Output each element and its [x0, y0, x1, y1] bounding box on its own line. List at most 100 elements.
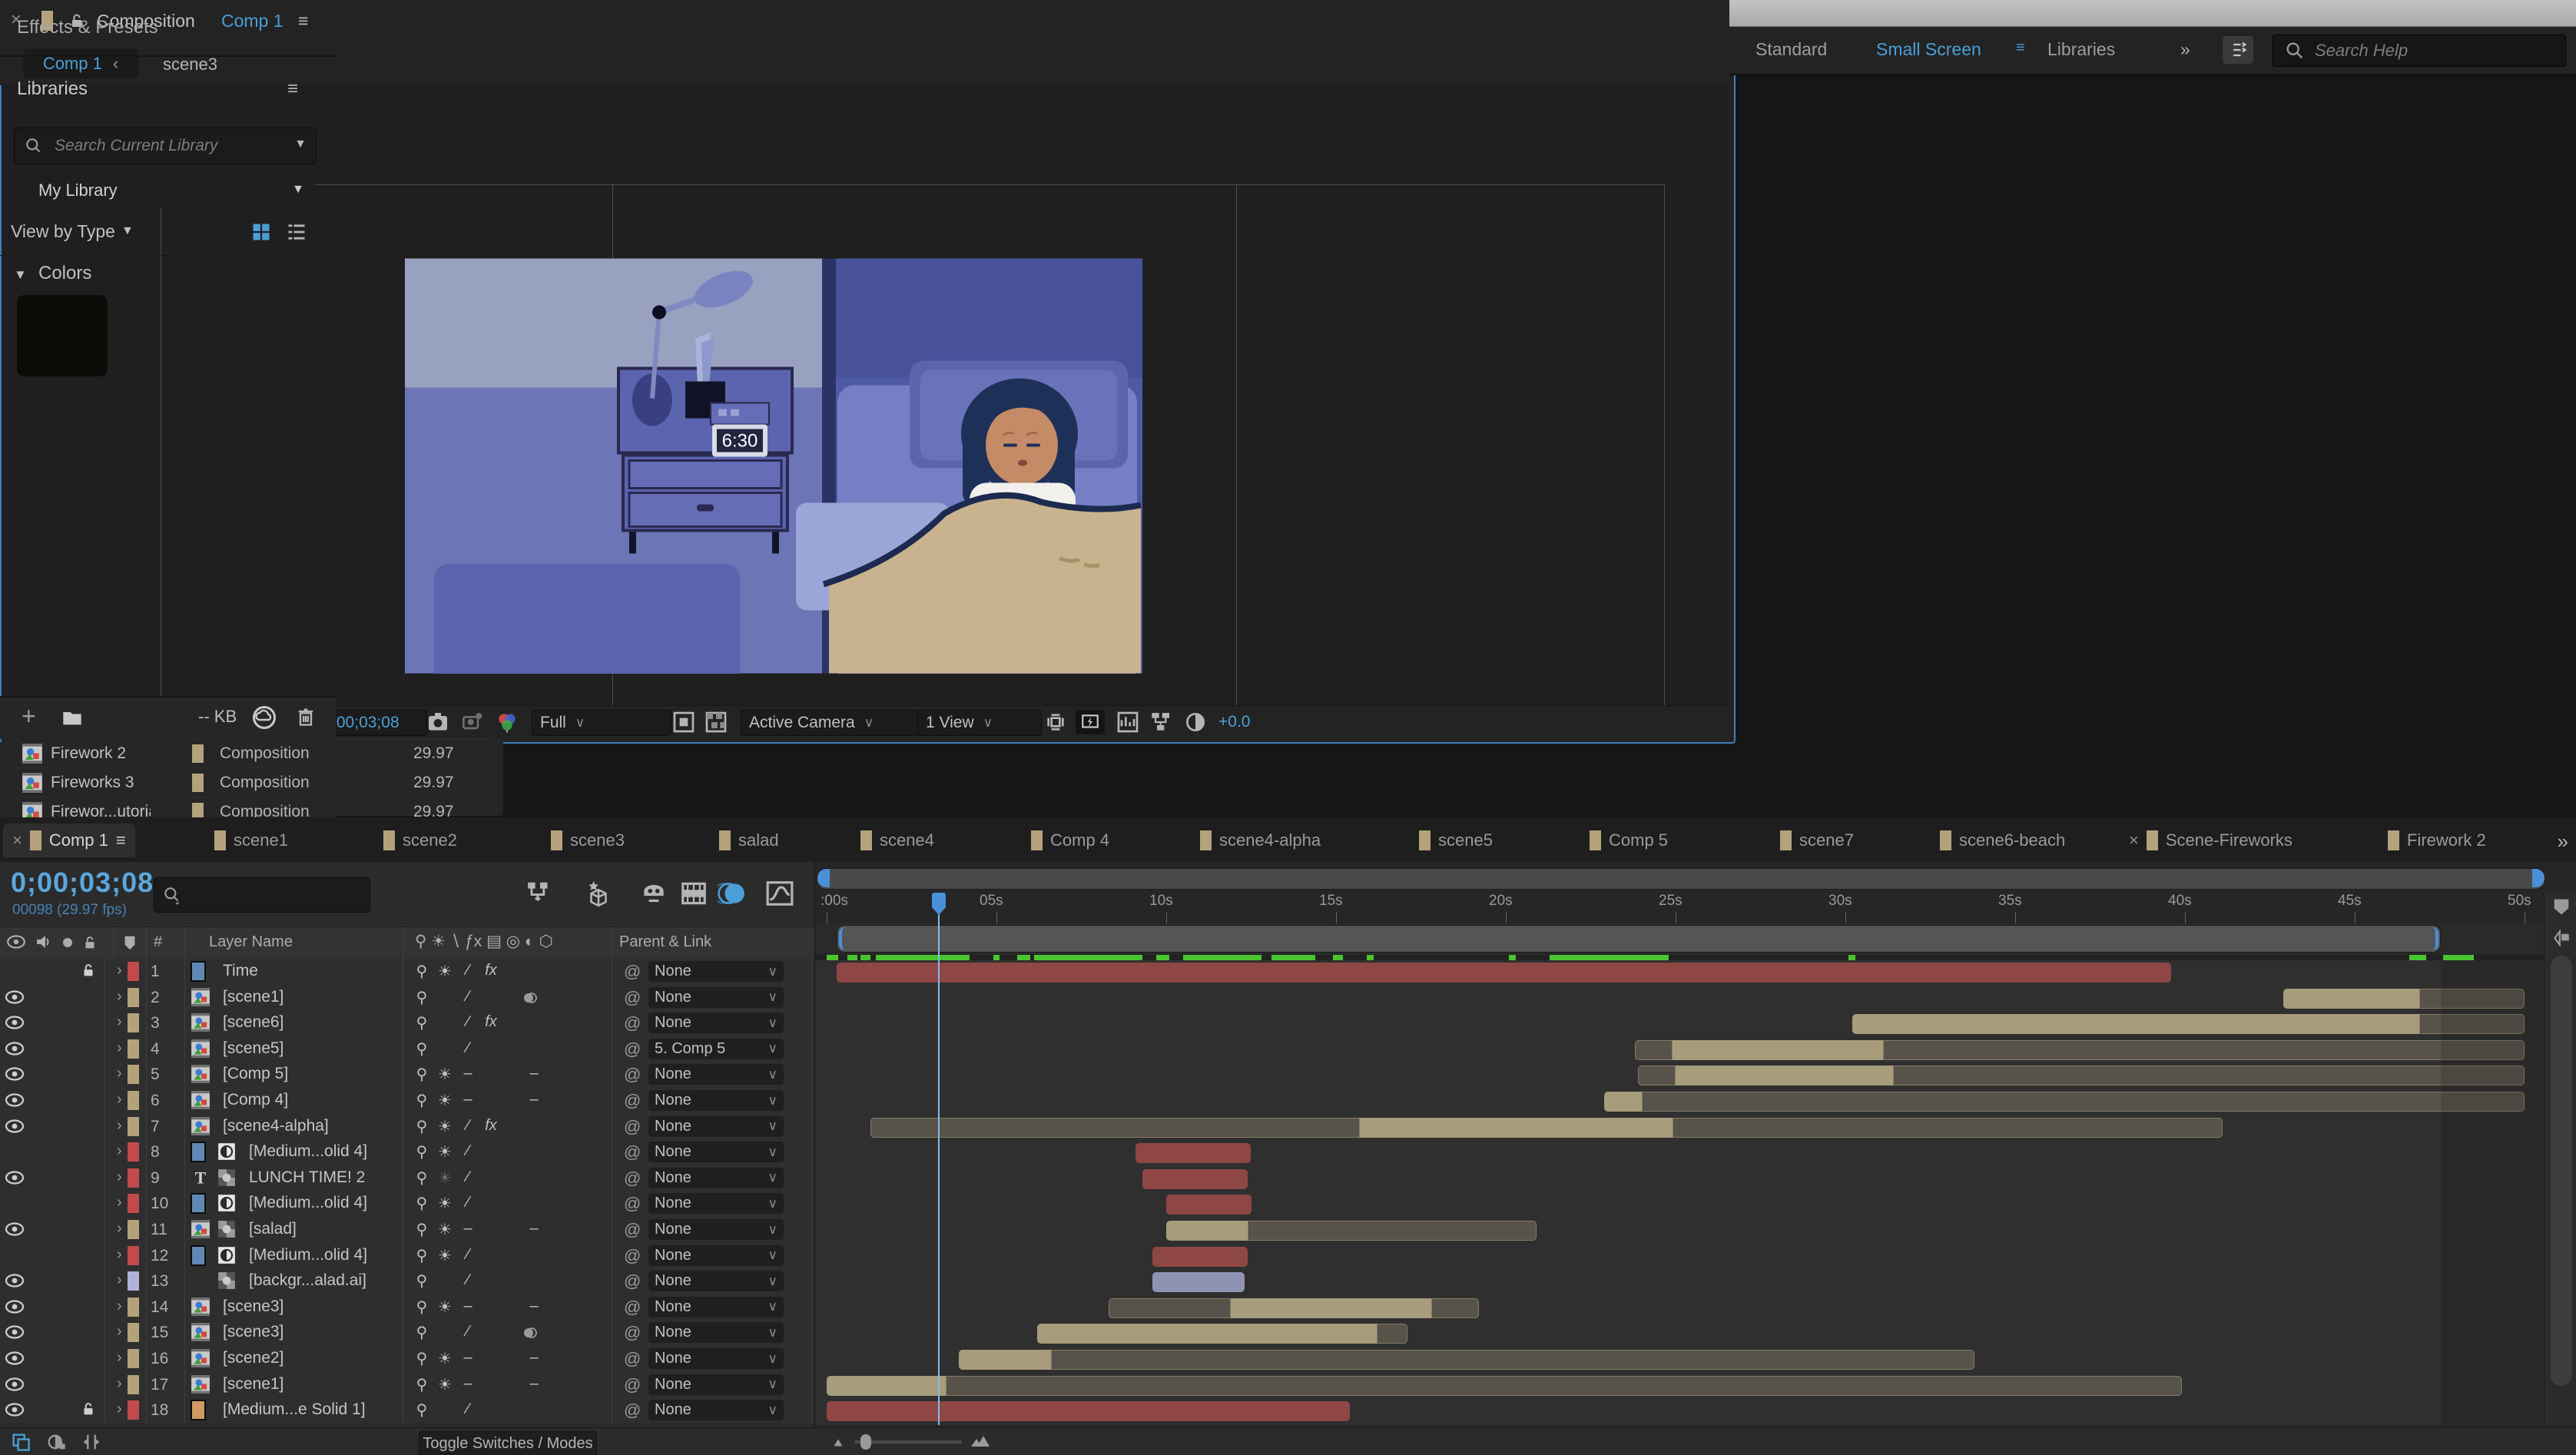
parent-pickwhip-icon[interactable]: @: [624, 1349, 641, 1369]
time-ruler[interactable]: :00s05s10s15s20s25s30s35s40s45s50s: [815, 893, 2576, 923]
layer-name[interactable]: [Medium...olid 4]: [249, 1246, 367, 1264]
add-content-button[interactable]: +: [22, 702, 36, 731]
collapse-switch[interactable]: ⚲: [412, 1375, 432, 1394]
expand-layer-icon[interactable]: ›: [117, 1039, 122, 1057]
workspace-libraries[interactable]: Libraries: [2047, 39, 2115, 60]
collapse-switch[interactable]: ⚲: [412, 1091, 432, 1110]
quality-switch[interactable]: ∕: [458, 1039, 478, 1057]
layer-row[interactable]: ›7[scene4-alpha]⚲☀∕fx@None∨: [0, 1114, 814, 1141]
layer-duration-bar[interactable]: [1642, 1092, 2525, 1112]
help-search-input[interactable]: [2313, 38, 2554, 63]
motion-blur-switch[interactable]: [521, 1324, 539, 1342]
video-toggle-icon[interactable]: [5, 989, 25, 1005]
expand-layer-icon[interactable]: ›: [117, 1349, 122, 1367]
quality-switch[interactable]: ∕: [458, 1271, 478, 1289]
video-toggle-icon[interactable]: [5, 1299, 25, 1314]
parent-pickwhip-icon[interactable]: @: [624, 1220, 641, 1240]
layer-duration-bar[interactable]: [1360, 1118, 1673, 1138]
toggle-switches-modes-button[interactable]: Toggle Switches / Modes: [419, 1431, 597, 1455]
workspace-overflow-icon[interactable]: »: [2180, 39, 2190, 60]
layer-bar-row[interactable]: [815, 1270, 2576, 1297]
exposure-value[interactable]: +0.0: [1218, 710, 1250, 734]
view-by-dropdown-icon[interactable]: ▼: [121, 224, 134, 238]
blur-switch[interactable]: –: [524, 1375, 544, 1393]
video-toggle-icon[interactable]: [5, 1015, 25, 1030]
expand-layer-icon[interactable]: ›: [117, 1220, 122, 1238]
timeline-scrollbar[interactable]: [2551, 956, 2572, 1386]
libraries-title[interactable]: Libraries: [17, 78, 88, 100]
lock-toggle-icon[interactable]: [80, 1400, 97, 1417]
layer-duration-bar[interactable]: [1673, 1118, 2223, 1138]
video-toggle-icon[interactable]: [5, 1377, 25, 1392]
layer-row[interactable]: ›6[Comp 4]⚲☀––@None∨: [0, 1088, 814, 1115]
layer-duration-bar[interactable]: [1135, 1143, 1251, 1163]
timeline-icon[interactable]: [1116, 710, 1140, 734]
collapse-switch[interactable]: ⚲: [412, 1220, 432, 1239]
parent-pickwhip-icon[interactable]: @: [624, 962, 641, 982]
motion-blur-switch[interactable]: [521, 989, 539, 1007]
timeline-tab-scene-fireworks[interactable]: ×Scene-Fireworks: [2120, 824, 2302, 857]
expand-layer-icon[interactable]: ›: [117, 1117, 122, 1135]
layer-row[interactable]: ›18[Medium...e Solid 1]⚲∕@None∨: [0, 1397, 814, 1424]
rasterize-switch[interactable]: ☀: [435, 1065, 455, 1084]
panel-menu-icon[interactable]: ≡: [298, 11, 308, 31]
resolution-dropdown[interactable]: Full∨: [532, 710, 671, 736]
timeline-tab-scene2[interactable]: scene2: [374, 824, 466, 857]
view-layout-dropdown[interactable]: 1 View∨: [917, 710, 1042, 736]
expand-layer-icon[interactable]: ›: [117, 1194, 122, 1211]
layer-bar-row[interactable]: [815, 1012, 2576, 1039]
layer-duration-bar[interactable]: [1166, 1221, 1248, 1241]
parent-pickwhip-icon[interactable]: @: [624, 1142, 641, 1162]
timeline-tab-comp-4[interactable]: Comp 4: [1022, 824, 1119, 857]
collapse-switch[interactable]: ⚲: [412, 1065, 432, 1084]
timeline-tab-scene3[interactable]: scene3: [542, 824, 634, 857]
layer-duration-bar[interactable]: [1431, 1298, 1479, 1318]
layer-label-swatch[interactable]: [128, 1220, 139, 1239]
timeline-tab-scene4-alpha[interactable]: scene4-alpha: [1191, 824, 1330, 857]
expand-layer-icon[interactable]: ›: [117, 1271, 122, 1289]
parent-dropdown[interactable]: None∨: [648, 987, 784, 1008]
workspace-standard[interactable]: Standard: [1755, 39, 1827, 60]
expand-layer-icon[interactable]: ›: [117, 1091, 122, 1109]
quality-switch[interactable]: –: [458, 1298, 478, 1315]
transparency-grid-icon[interactable]: [704, 710, 728, 734]
quality-switch[interactable]: ∕: [458, 1117, 478, 1135]
expand-layer-icon[interactable]: ›: [117, 1375, 122, 1393]
timeline-tab-scene1[interactable]: scene1: [205, 824, 297, 857]
parent-dropdown[interactable]: None∨: [648, 1090, 784, 1111]
layer-duration-bar[interactable]: [1152, 1272, 1244, 1292]
layer-name[interactable]: [Medium...olid 4]: [249, 1194, 367, 1212]
rasterize-switch[interactable]: ☀: [435, 1142, 455, 1162]
layer-name[interactable]: [backgr...alad.ai]: [249, 1271, 366, 1290]
close-tab-icon[interactable]: ×: [12, 830, 22, 850]
expand-layer-icon[interactable]: ›: [117, 1065, 122, 1082]
parent-pickwhip-icon[interactable]: @: [624, 1168, 641, 1188]
layer-name[interactable]: [salad]: [249, 1220, 297, 1238]
layer-label-swatch[interactable]: [128, 1117, 139, 1136]
parent-dropdown[interactable]: None∨: [648, 1374, 784, 1395]
motion-blur-icon[interactable]: [718, 879, 747, 908]
breadcrumb-current[interactable]: Comp 1 ‹: [23, 49, 138, 78]
timeline-zoom-slider[interactable]: [854, 1440, 962, 1443]
parent-pickwhip-icon[interactable]: @: [624, 1194, 641, 1214]
layer-label-swatch[interactable]: [128, 1323, 139, 1342]
layer-label-swatch[interactable]: [128, 1375, 139, 1394]
layer-row[interactable]: ›5[Comp 5]⚲☀––@None∨: [0, 1062, 814, 1089]
layer-name[interactable]: [scene3]: [223, 1323, 283, 1341]
zoom-in-mountain-icon[interactable]: [970, 1433, 991, 1450]
layer-label-swatch[interactable]: [128, 1142, 139, 1162]
parent-dropdown[interactable]: None∨: [648, 1322, 784, 1343]
parent-dropdown[interactable]: None∨: [648, 1142, 784, 1162]
expand-layer-icon[interactable]: ›: [117, 1246, 122, 1264]
layer-label-swatch[interactable]: [128, 1039, 139, 1059]
comp-button-icon[interactable]: [2551, 926, 2572, 946]
layer-row[interactable]: ›10[Medium...olid 4]⚲☀∕@None∨: [0, 1191, 814, 1218]
collapse-switch[interactable]: ⚲: [412, 1117, 432, 1136]
list-view-icon[interactable]: [286, 221, 307, 243]
composition-mini-flowchart-icon[interactable]: [525, 879, 555, 908]
project-item-row[interactable]: Fireworks 3Composition29.97: [2, 768, 490, 797]
layer-duration-bar[interactable]: [1037, 1324, 1377, 1344]
rasterize-switch[interactable]: ☀: [435, 1375, 455, 1394]
parent-pickwhip-icon[interactable]: @: [624, 1246, 641, 1266]
parent-pickwhip-icon[interactable]: @: [624, 1271, 641, 1291]
